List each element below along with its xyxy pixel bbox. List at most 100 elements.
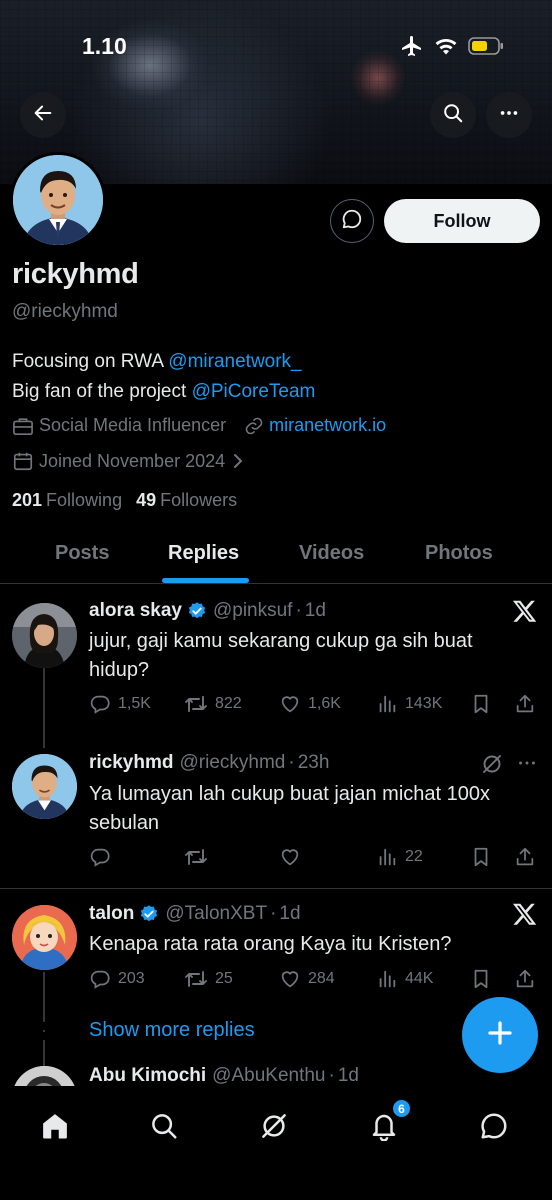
bookmark-icon	[474, 969, 488, 989]
bookmark-button[interactable]	[470, 693, 492, 715]
bio-mention-picoreteam[interactable]: @PiCoreTeam	[192, 381, 316, 402]
tweet-avatar[interactable]	[12, 754, 77, 819]
share-button[interactable]	[514, 968, 536, 990]
tweet-dot: ·	[328, 1065, 335, 1086]
profile-category: Social Media Influencer	[39, 415, 227, 435]
thread-line	[43, 668, 45, 748]
tweet-author-name[interactable]: Abu Kimochi	[89, 1065, 206, 1087]
message-button[interactable]	[330, 199, 374, 243]
profile-bio: Focusing on RWA @miranetwork_ Big fan of…	[12, 347, 315, 407]
share-icon	[516, 847, 534, 866]
share-icon	[516, 969, 534, 988]
back-button[interactable]	[20, 92, 66, 138]
tab-videos[interactable]: Videos	[299, 542, 364, 565]
profile-website-link[interactable]: miranetwork.io	[269, 415, 386, 436]
verified-badge-icon	[187, 601, 207, 621]
reply-button[interactable]: 1,5K	[89, 693, 151, 715]
reply-icon	[90, 848, 110, 867]
x-logo-icon[interactable]	[512, 901, 538, 932]
tweet-author-handle[interactable]: @AbuKenthu	[212, 1065, 325, 1087]
tab-replies[interactable]: Replies	[168, 542, 239, 565]
grok-icon[interactable]	[480, 752, 504, 781]
follow-button[interactable]: Follow	[384, 199, 540, 243]
chat-bubble-icon	[481, 1113, 507, 1139]
views-button[interactable]: 44K	[376, 968, 433, 990]
views-count: 143K	[405, 695, 443, 712]
tweet-author-name[interactable]: talon	[89, 903, 134, 925]
profile-banner[interactable]	[0, 0, 552, 184]
search-button[interactable]	[430, 92, 476, 138]
active-tab-indicator	[162, 578, 249, 583]
bookmark-button[interactable]	[470, 846, 492, 868]
like-button[interactable]: 284	[279, 968, 335, 990]
profile-avatar[interactable]	[10, 152, 106, 248]
share-icon	[516, 694, 534, 713]
bookmark-icon	[474, 847, 488, 867]
profile-handle: @rieckyhmd	[12, 301, 118, 322]
retweet-count: 822	[215, 695, 242, 712]
nav-grok[interactable]	[252, 1104, 296, 1148]
chevron-right-icon	[231, 453, 245, 469]
bio-text-2: Big fan of the project	[12, 381, 192, 402]
views-button[interactable]: 143K	[376, 693, 442, 715]
followers-label: Followers	[160, 490, 238, 510]
followers-count: 49	[136, 490, 157, 510]
bookmark-icon	[474, 694, 488, 714]
like-button[interactable]: 1,6K	[279, 693, 341, 715]
reply-icon	[90, 970, 110, 989]
like-count: 1,6K	[308, 695, 341, 712]
more-options-button[interactable]	[486, 92, 532, 138]
profile-display-name: rickyhmd	[12, 258, 139, 290]
tweet-header: rickyhmd @rieckyhmd · 23h	[89, 752, 329, 774]
x-logo-icon[interactable]	[512, 598, 538, 629]
retweet-button[interactable]: 822	[184, 693, 242, 715]
nav-search[interactable]	[142, 1104, 186, 1148]
tweet-author-name[interactable]: rickyhmd	[89, 752, 173, 774]
tweet-author-handle[interactable]: @rieckyhmd	[179, 752, 285, 774]
tab-photos[interactable]: Photos	[425, 542, 493, 565]
profile-joined-date: Joined November 2024	[39, 450, 226, 471]
retweet-icon	[185, 971, 207, 987]
tweet-time: 1d	[304, 600, 326, 621]
tweet-author-handle[interactable]: @TalonXBT	[165, 903, 267, 925]
compose-post-button[interactable]	[462, 997, 538, 1073]
tweet-author-handle[interactable]: @pinksuf	[213, 600, 293, 622]
tweet-actions: 1,5K 822 1,6K 143K	[89, 693, 539, 721]
more-vertical-icon	[498, 102, 520, 129]
views-button[interactable]: 22	[376, 846, 423, 868]
tweet-text: Ya lumayan lah cukup buat jajan michat 1…	[89, 783, 490, 834]
bookmark-button[interactable]	[470, 968, 492, 990]
thread-line-dot	[43, 1030, 45, 1032]
following-count: 201	[12, 490, 43, 510]
tweet-header: alora skay @pinksuf · 1d	[89, 600, 326, 622]
tweet-author-name[interactable]: alora skay	[89, 600, 182, 622]
share-button[interactable]	[514, 693, 536, 715]
status-time: 1.10	[82, 33, 127, 59]
bio-mention-miranetwork[interactable]: @miranetwork_	[168, 351, 301, 372]
like-button[interactable]	[279, 846, 308, 868]
show-more-replies-link[interactable]: Show more replies	[89, 1019, 255, 1042]
tweet-actions: 203 25 284 44K	[89, 968, 539, 996]
heart-icon	[281, 971, 299, 988]
battery-icon	[468, 36, 504, 61]
retweet-button[interactable]	[184, 846, 215, 868]
profile-joined-row[interactable]: Joined November 2024	[12, 450, 250, 472]
views-count: 22	[405, 848, 423, 865]
heart-icon	[281, 696, 299, 713]
retweet-count: 25	[215, 970, 233, 987]
nav-messages[interactable]	[472, 1104, 516, 1148]
tab-posts[interactable]: Posts	[55, 542, 109, 565]
tweet-more-icon[interactable]	[516, 752, 538, 779]
retweet-button[interactable]: 25	[184, 968, 233, 990]
nav-home[interactable]	[33, 1104, 77, 1148]
tweet-avatar[interactable]	[12, 905, 77, 970]
reply-button[interactable]	[89, 846, 118, 868]
bio-text-1: Focusing on RWA	[12, 351, 169, 372]
chat-bubble-icon	[341, 208, 363, 235]
tweet-avatar[interactable]	[12, 603, 77, 668]
following-stat[interactable]: 201 Following	[12, 490, 122, 511]
reply-button[interactable]: 203	[89, 968, 145, 990]
followers-stat[interactable]: 49 Followers	[136, 490, 237, 511]
like-count: 284	[308, 970, 335, 987]
share-button[interactable]	[514, 846, 536, 868]
